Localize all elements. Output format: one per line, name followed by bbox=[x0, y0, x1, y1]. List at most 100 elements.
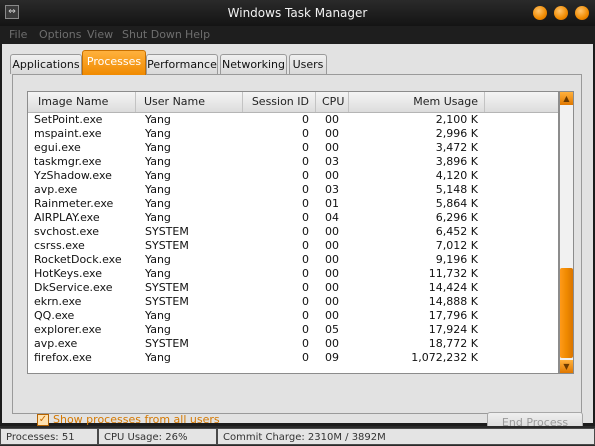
table-row[interactable]: csrss.exe SYSTEM 0 00 7,012 K bbox=[28, 239, 558, 253]
table-row[interactable]: AIRPLAY.exe Yang 0 04 6,296 K bbox=[28, 211, 558, 225]
table-row[interactable]: DkService.exe SYSTEM 0 00 14,424 K bbox=[28, 281, 558, 295]
menu-help[interactable]: Help bbox=[185, 28, 210, 41]
tab-performance[interactable]: Performance bbox=[146, 54, 218, 74]
cell-cpu: 00 bbox=[325, 127, 339, 140]
cell-session-id: 0 bbox=[302, 169, 309, 182]
table-row[interactable]: SetPoint.exe Yang 0 00 2,100 K bbox=[28, 113, 558, 127]
cell-cpu: 00 bbox=[325, 169, 339, 182]
cell-user-name: SYSTEM bbox=[145, 281, 189, 294]
show-all-users-label[interactable]: Show processes from all users bbox=[53, 413, 220, 426]
cell-mem-usage: 7,012 K bbox=[435, 239, 478, 252]
cell-session-id: 0 bbox=[302, 183, 309, 196]
menu-view[interactable]: View bbox=[87, 28, 113, 41]
column-cpu[interactable]: CPU bbox=[316, 92, 349, 112]
process-list-scrollbar[interactable]: ▲ ▼ bbox=[559, 91, 574, 374]
cell-session-id: 0 bbox=[302, 155, 309, 168]
menu-options[interactable]: Options bbox=[39, 28, 81, 41]
cell-user-name: Yang bbox=[145, 183, 171, 196]
close-button[interactable] bbox=[575, 6, 589, 20]
cell-mem-usage: 4,120 K bbox=[435, 169, 478, 182]
cell-mem-usage: 6,452 K bbox=[435, 225, 478, 238]
table-row[interactable]: avp.exe Yang 0 03 5,148 K bbox=[28, 183, 558, 197]
cell-image-name: HotKeys.exe bbox=[34, 267, 102, 280]
tab-processes[interactable]: Processes bbox=[82, 50, 146, 75]
menu-file[interactable]: File bbox=[9, 28, 27, 41]
process-list[interactable]: Image Name User Name Session ID CPU Mem … bbox=[27, 91, 559, 374]
table-row[interactable]: explorer.exe Yang 0 05 17,924 K bbox=[28, 323, 558, 337]
cell-user-name: Yang bbox=[145, 155, 171, 168]
table-row[interactable]: HotKeys.exe Yang 0 00 11,732 K bbox=[28, 267, 558, 281]
cell-cpu: 09 bbox=[325, 351, 339, 364]
table-row[interactable]: svchost.exe SYSTEM 0 00 6,452 K bbox=[28, 225, 558, 239]
cell-user-name: Yang bbox=[145, 351, 171, 364]
table-row[interactable]: mspaint.exe Yang 0 00 2,996 K bbox=[28, 127, 558, 141]
maximize-button[interactable] bbox=[554, 6, 568, 20]
cell-mem-usage: 2,996 K bbox=[435, 127, 478, 140]
scroll-down-icon[interactable]: ▼ bbox=[560, 360, 573, 373]
menu-shut-down[interactable]: Shut Down bbox=[122, 28, 182, 41]
cell-image-name: egui.exe bbox=[34, 141, 81, 154]
cell-cpu: 00 bbox=[325, 113, 339, 126]
title-bar: ⇔ Windows Task Manager bbox=[0, 0, 595, 26]
cell-session-id: 0 bbox=[302, 337, 309, 350]
table-row[interactable]: YzShadow.exe Yang 0 00 4,120 K bbox=[28, 169, 558, 183]
cell-image-name: firefox.exe bbox=[34, 351, 92, 364]
cell-user-name: Yang bbox=[145, 141, 171, 154]
cell-cpu: 05 bbox=[325, 323, 339, 336]
scroll-up-icon[interactable]: ▲ bbox=[560, 92, 573, 105]
cell-user-name: Yang bbox=[145, 197, 171, 210]
process-list-header: Image Name User Name Session ID CPU Mem … bbox=[28, 92, 558, 113]
tab-applications[interactable]: Applications bbox=[10, 54, 82, 74]
cell-image-name: taskmgr.exe bbox=[34, 155, 102, 168]
table-row[interactable]: QQ.exe Yang 0 00 17,796 K bbox=[28, 309, 558, 323]
cell-session-id: 0 bbox=[302, 225, 309, 238]
scrollbar-thumb[interactable] bbox=[560, 268, 573, 358]
cell-mem-usage: 14,424 K bbox=[428, 281, 478, 294]
cell-image-name: explorer.exe bbox=[34, 323, 102, 336]
window-title: Windows Task Manager bbox=[227, 6, 368, 20]
cell-mem-usage: 17,924 K bbox=[428, 323, 478, 336]
cell-session-id: 0 bbox=[302, 197, 309, 210]
column-mem-usage[interactable]: Mem Usage bbox=[349, 92, 485, 112]
cell-cpu: 00 bbox=[325, 337, 339, 350]
table-row[interactable]: Rainmeter.exe Yang 0 01 5,864 K bbox=[28, 197, 558, 211]
column-user-name[interactable]: User Name bbox=[136, 92, 243, 112]
tab-users[interactable]: Users bbox=[289, 54, 327, 74]
show-all-users-checkbox[interactable]: ✓ bbox=[37, 414, 49, 426]
cell-user-name: Yang bbox=[145, 113, 171, 126]
tab-networking[interactable]: Networking bbox=[220, 54, 287, 74]
cell-user-name: Yang bbox=[145, 127, 171, 140]
cell-cpu: 03 bbox=[325, 183, 339, 196]
process-rows: SetPoint.exe Yang 0 00 2,100 Kmspaint.exe Yan… bbox=[28, 113, 558, 365]
column-image-name[interactable]: Image Name bbox=[28, 92, 136, 112]
table-row[interactable]: egui.exe Yang 0 00 3,472 K bbox=[28, 141, 558, 155]
cell-image-name: mspaint.exe bbox=[34, 127, 102, 140]
cell-image-name: DkService.exe bbox=[34, 281, 113, 294]
cell-mem-usage: 17,796 K bbox=[428, 309, 478, 322]
cell-mem-usage: 14,888 K bbox=[428, 295, 478, 308]
cell-cpu: 00 bbox=[325, 309, 339, 322]
table-row[interactable]: taskmgr.exe Yang 0 03 3,896 K bbox=[28, 155, 558, 169]
cell-session-id: 0 bbox=[302, 253, 309, 266]
cell-mem-usage: 3,896 K bbox=[435, 155, 478, 168]
cell-user-name: SYSTEM bbox=[145, 239, 189, 252]
cell-session-id: 0 bbox=[302, 113, 309, 126]
cell-mem-usage: 11,732 K bbox=[428, 267, 478, 280]
table-row[interactable]: RocketDock.exe Yang 0 00 9,196 K bbox=[28, 253, 558, 267]
cell-cpu: 00 bbox=[325, 225, 339, 238]
cell-image-name: Rainmeter.exe bbox=[34, 197, 114, 210]
table-row[interactable]: avp.exe SYSTEM 0 00 18,772 K bbox=[28, 337, 558, 351]
minimize-button[interactable] bbox=[533, 6, 547, 20]
cell-cpu: 03 bbox=[325, 155, 339, 168]
cell-mem-usage: 2,100 K bbox=[435, 113, 478, 126]
cell-session-id: 0 bbox=[302, 127, 309, 140]
column-session-id[interactable]: Session ID bbox=[243, 92, 316, 112]
cell-user-name: Yang bbox=[145, 253, 171, 266]
cell-image-name: SetPoint.exe bbox=[34, 113, 103, 126]
cell-mem-usage: 6,296 K bbox=[435, 211, 478, 224]
table-row[interactable]: ekrn.exe SYSTEM 0 00 14,888 K bbox=[28, 295, 558, 309]
table-row[interactable]: firefox.exe Yang 0 09 1,072,232 K bbox=[28, 351, 558, 365]
status-bar: Processes: 51 CPU Usage: 26% Commit Char… bbox=[0, 426, 595, 446]
cell-image-name: svchost.exe bbox=[34, 225, 100, 238]
cell-cpu: 00 bbox=[325, 141, 339, 154]
